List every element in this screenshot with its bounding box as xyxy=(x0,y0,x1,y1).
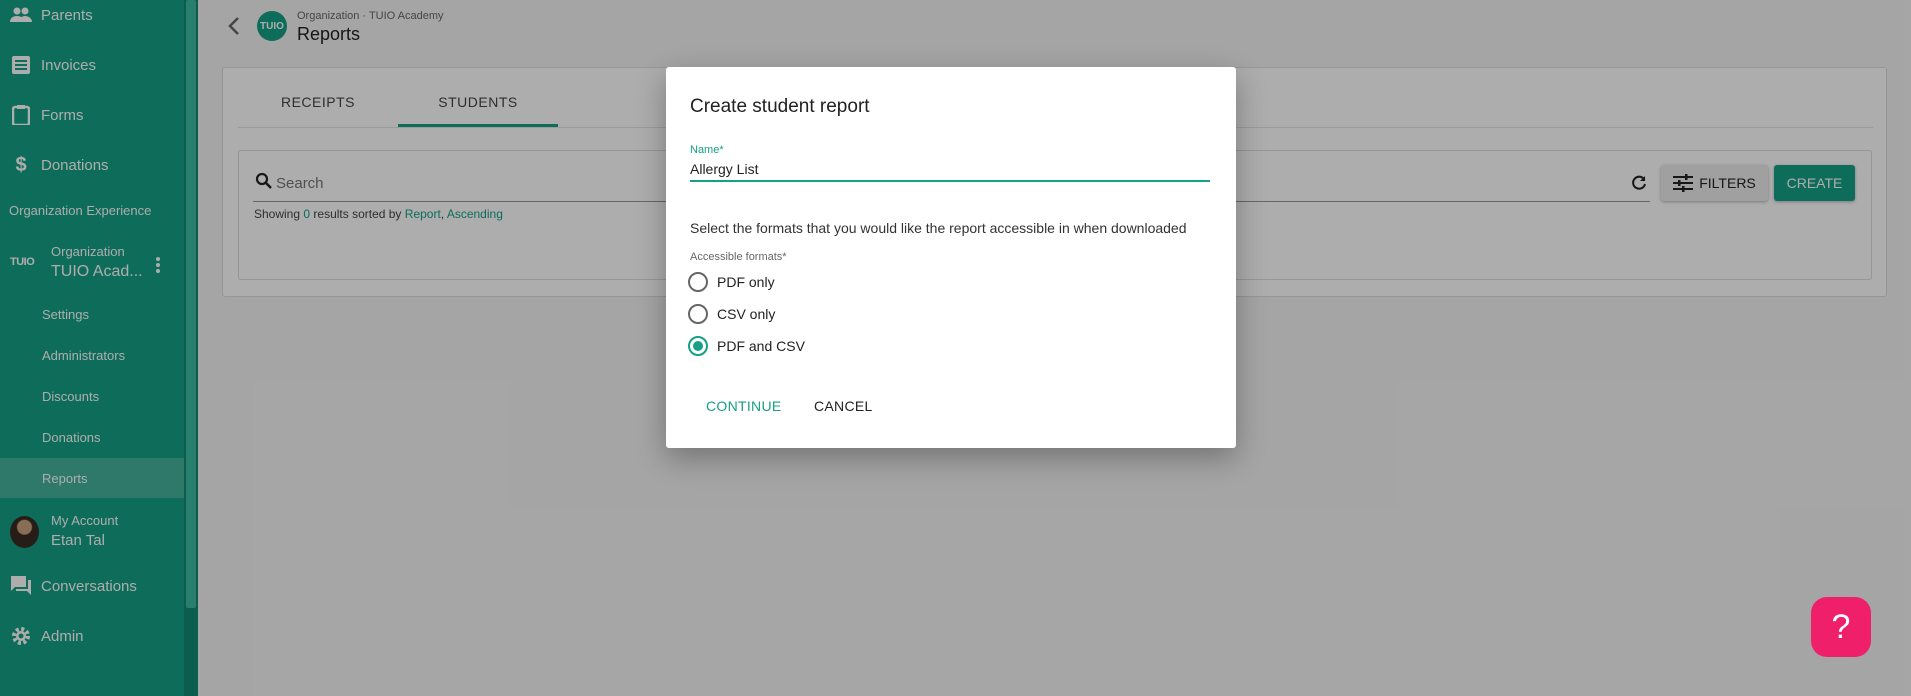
create-report-dialog: Create student report Name* Select the f… xyxy=(666,67,1236,448)
format-option-pdf[interactable]: PDF only xyxy=(688,272,775,292)
help-icon: ? xyxy=(1831,607,1851,646)
report-name-input[interactable] xyxy=(690,158,1210,182)
option-label: PDF only xyxy=(717,274,775,290)
cancel-button[interactable]: CANCEL xyxy=(814,398,873,414)
dialog-title: Create student report xyxy=(690,96,870,117)
option-label: PDF and CSV xyxy=(717,338,805,354)
help-button[interactable]: ? xyxy=(1811,597,1871,657)
formats-label: Accessible formats* xyxy=(690,251,787,263)
radio-pdf-only[interactable] xyxy=(688,272,708,292)
format-option-pdf-csv[interactable]: PDF and CSV xyxy=(688,336,805,356)
radio-csv-only[interactable] xyxy=(688,304,708,324)
format-option-csv[interactable]: CSV only xyxy=(688,304,775,324)
name-field-label: Name* xyxy=(690,144,724,156)
continue-button[interactable]: CONTINUE xyxy=(706,398,782,414)
radio-pdf-and-csv[interactable] xyxy=(688,336,708,356)
dialog-description: Select the formats that you would like t… xyxy=(690,220,1187,236)
option-label: CSV only xyxy=(717,306,776,322)
